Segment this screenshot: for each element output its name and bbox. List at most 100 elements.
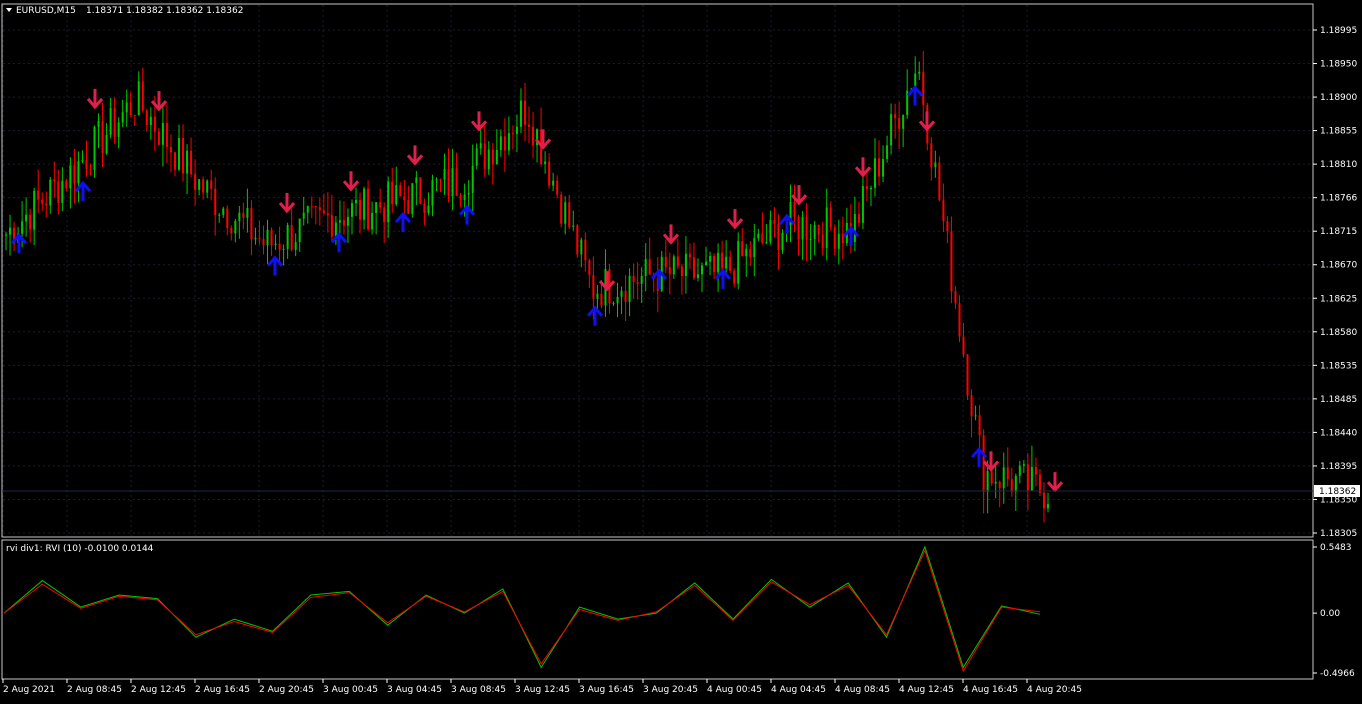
candle-body (178, 138, 181, 170)
price-tick-label: 1.18995 (1320, 26, 1357, 36)
candle-body (21, 221, 24, 234)
candle-body (990, 470, 993, 484)
candle-body (869, 187, 872, 190)
rvi-series-line (3, 545, 1041, 669)
candle-body (117, 122, 120, 138)
candle-body (548, 161, 551, 186)
candle-body (721, 252, 724, 269)
time-tick-label: 3 Aug 04:45 (387, 685, 442, 695)
candle-body (769, 219, 772, 243)
indicator-axis: 0.5483 0.00 -0.4966 (1313, 543, 1355, 679)
candle-body (93, 126, 96, 171)
candle-body (640, 275, 643, 284)
candle-body (616, 296, 619, 303)
candle-body (165, 123, 168, 147)
candle-body (528, 124, 531, 127)
candle-body (41, 199, 44, 204)
candle-body (161, 123, 164, 145)
candle-body (391, 181, 394, 205)
time-tick-label: 4 Aug 08:45 (835, 685, 890, 695)
chart-menu-triangle-icon[interactable] (6, 8, 12, 12)
candle-body (777, 223, 780, 250)
candle-body (113, 108, 116, 138)
current-price-label: 1.18362 (1319, 487, 1356, 497)
time-axis: 2 Aug 2021 2 Aug 08:45 2 Aug 12:45 2 Aug 16… (2, 679, 1082, 695)
candle-body (254, 237, 257, 240)
candle-body (367, 188, 370, 230)
candle-body (761, 233, 764, 243)
chart-canvas[interactable]: EURUSD,M15 1.18371 1.18382 1.18362 1.183… (0, 0, 1362, 700)
candle-body (757, 233, 760, 239)
candle-body (1042, 492, 1045, 509)
candle-body (483, 143, 486, 170)
candle-body (572, 225, 575, 227)
candle-body (145, 110, 148, 126)
time-tick-label: 4 Aug 00:45 (707, 685, 762, 695)
sell-arrow-icon (598, 271, 616, 292)
sell-arrow-icon (406, 145, 424, 166)
candle-body (286, 224, 289, 249)
candle-body (624, 290, 627, 302)
candle-body (793, 202, 796, 218)
candle-body (415, 177, 418, 184)
candle-body (696, 274, 699, 278)
candle-body (338, 220, 341, 223)
candle-body (310, 206, 313, 208)
price-tick-label: 1.18485 (1320, 395, 1357, 405)
candle-body (688, 253, 691, 258)
candle-body (471, 165, 474, 193)
price-tick-label: 1.18670 (1320, 261, 1357, 271)
candle-body (137, 81, 140, 116)
rvi-lines (3, 545, 1041, 673)
candle-body (45, 203, 48, 206)
candle-body (873, 158, 876, 188)
price-axis: 1.18995 1.18950 1.18900 1.18855 1.18810 1.187… (1313, 26, 1357, 539)
candle-body (765, 242, 768, 244)
candle-body (713, 256, 716, 273)
candle-body (234, 220, 237, 234)
candle-body (865, 186, 868, 190)
candle-body (25, 214, 28, 222)
candle-body (407, 200, 410, 214)
candle-body (210, 180, 213, 189)
candle-body (998, 481, 1001, 489)
candle-body (61, 180, 64, 203)
price-tick-label: 1.18395 (1320, 462, 1357, 472)
candle-body (202, 179, 205, 193)
candle-body (588, 260, 591, 275)
time-tick-label: 3 Aug 08:45 (451, 685, 506, 695)
candle-body (628, 276, 631, 302)
sell-arrow-icon (918, 111, 936, 132)
time-tick-label: 3 Aug 20:45 (643, 685, 698, 695)
candle-body (242, 212, 245, 218)
candle-body (725, 256, 728, 269)
price-tick-label: 1.18580 (1320, 328, 1357, 338)
candle-body (190, 150, 193, 175)
candle-body (503, 136, 506, 151)
candle-body (109, 108, 112, 135)
candle-body (556, 180, 559, 195)
time-tick-label: 3 Aug 00:45 (323, 685, 378, 695)
candle-body (978, 415, 981, 436)
candle-body (419, 177, 422, 204)
candle-body (600, 293, 603, 306)
candle-body (668, 267, 671, 275)
candle-body (745, 248, 748, 257)
candle-body (938, 162, 941, 201)
candle-body (399, 185, 402, 197)
candle-body (463, 194, 466, 201)
candle-body (85, 160, 88, 170)
trading-chart-window[interactable]: EURUSD,M15 1.18371 1.18382 1.18362 1.183… (0, 0, 1362, 700)
candle-body (97, 120, 100, 127)
candle-body (443, 169, 446, 180)
candle-body (966, 354, 969, 396)
candle-body (226, 208, 229, 228)
candle-body (576, 225, 579, 255)
price-tick-label: 1.18535 (1320, 361, 1357, 371)
candle-body (632, 276, 635, 283)
buy-arrow-icon (586, 305, 604, 326)
candle-body (475, 148, 478, 166)
candle-body (491, 149, 494, 165)
candle-body (65, 180, 68, 189)
candle-body (946, 221, 949, 232)
